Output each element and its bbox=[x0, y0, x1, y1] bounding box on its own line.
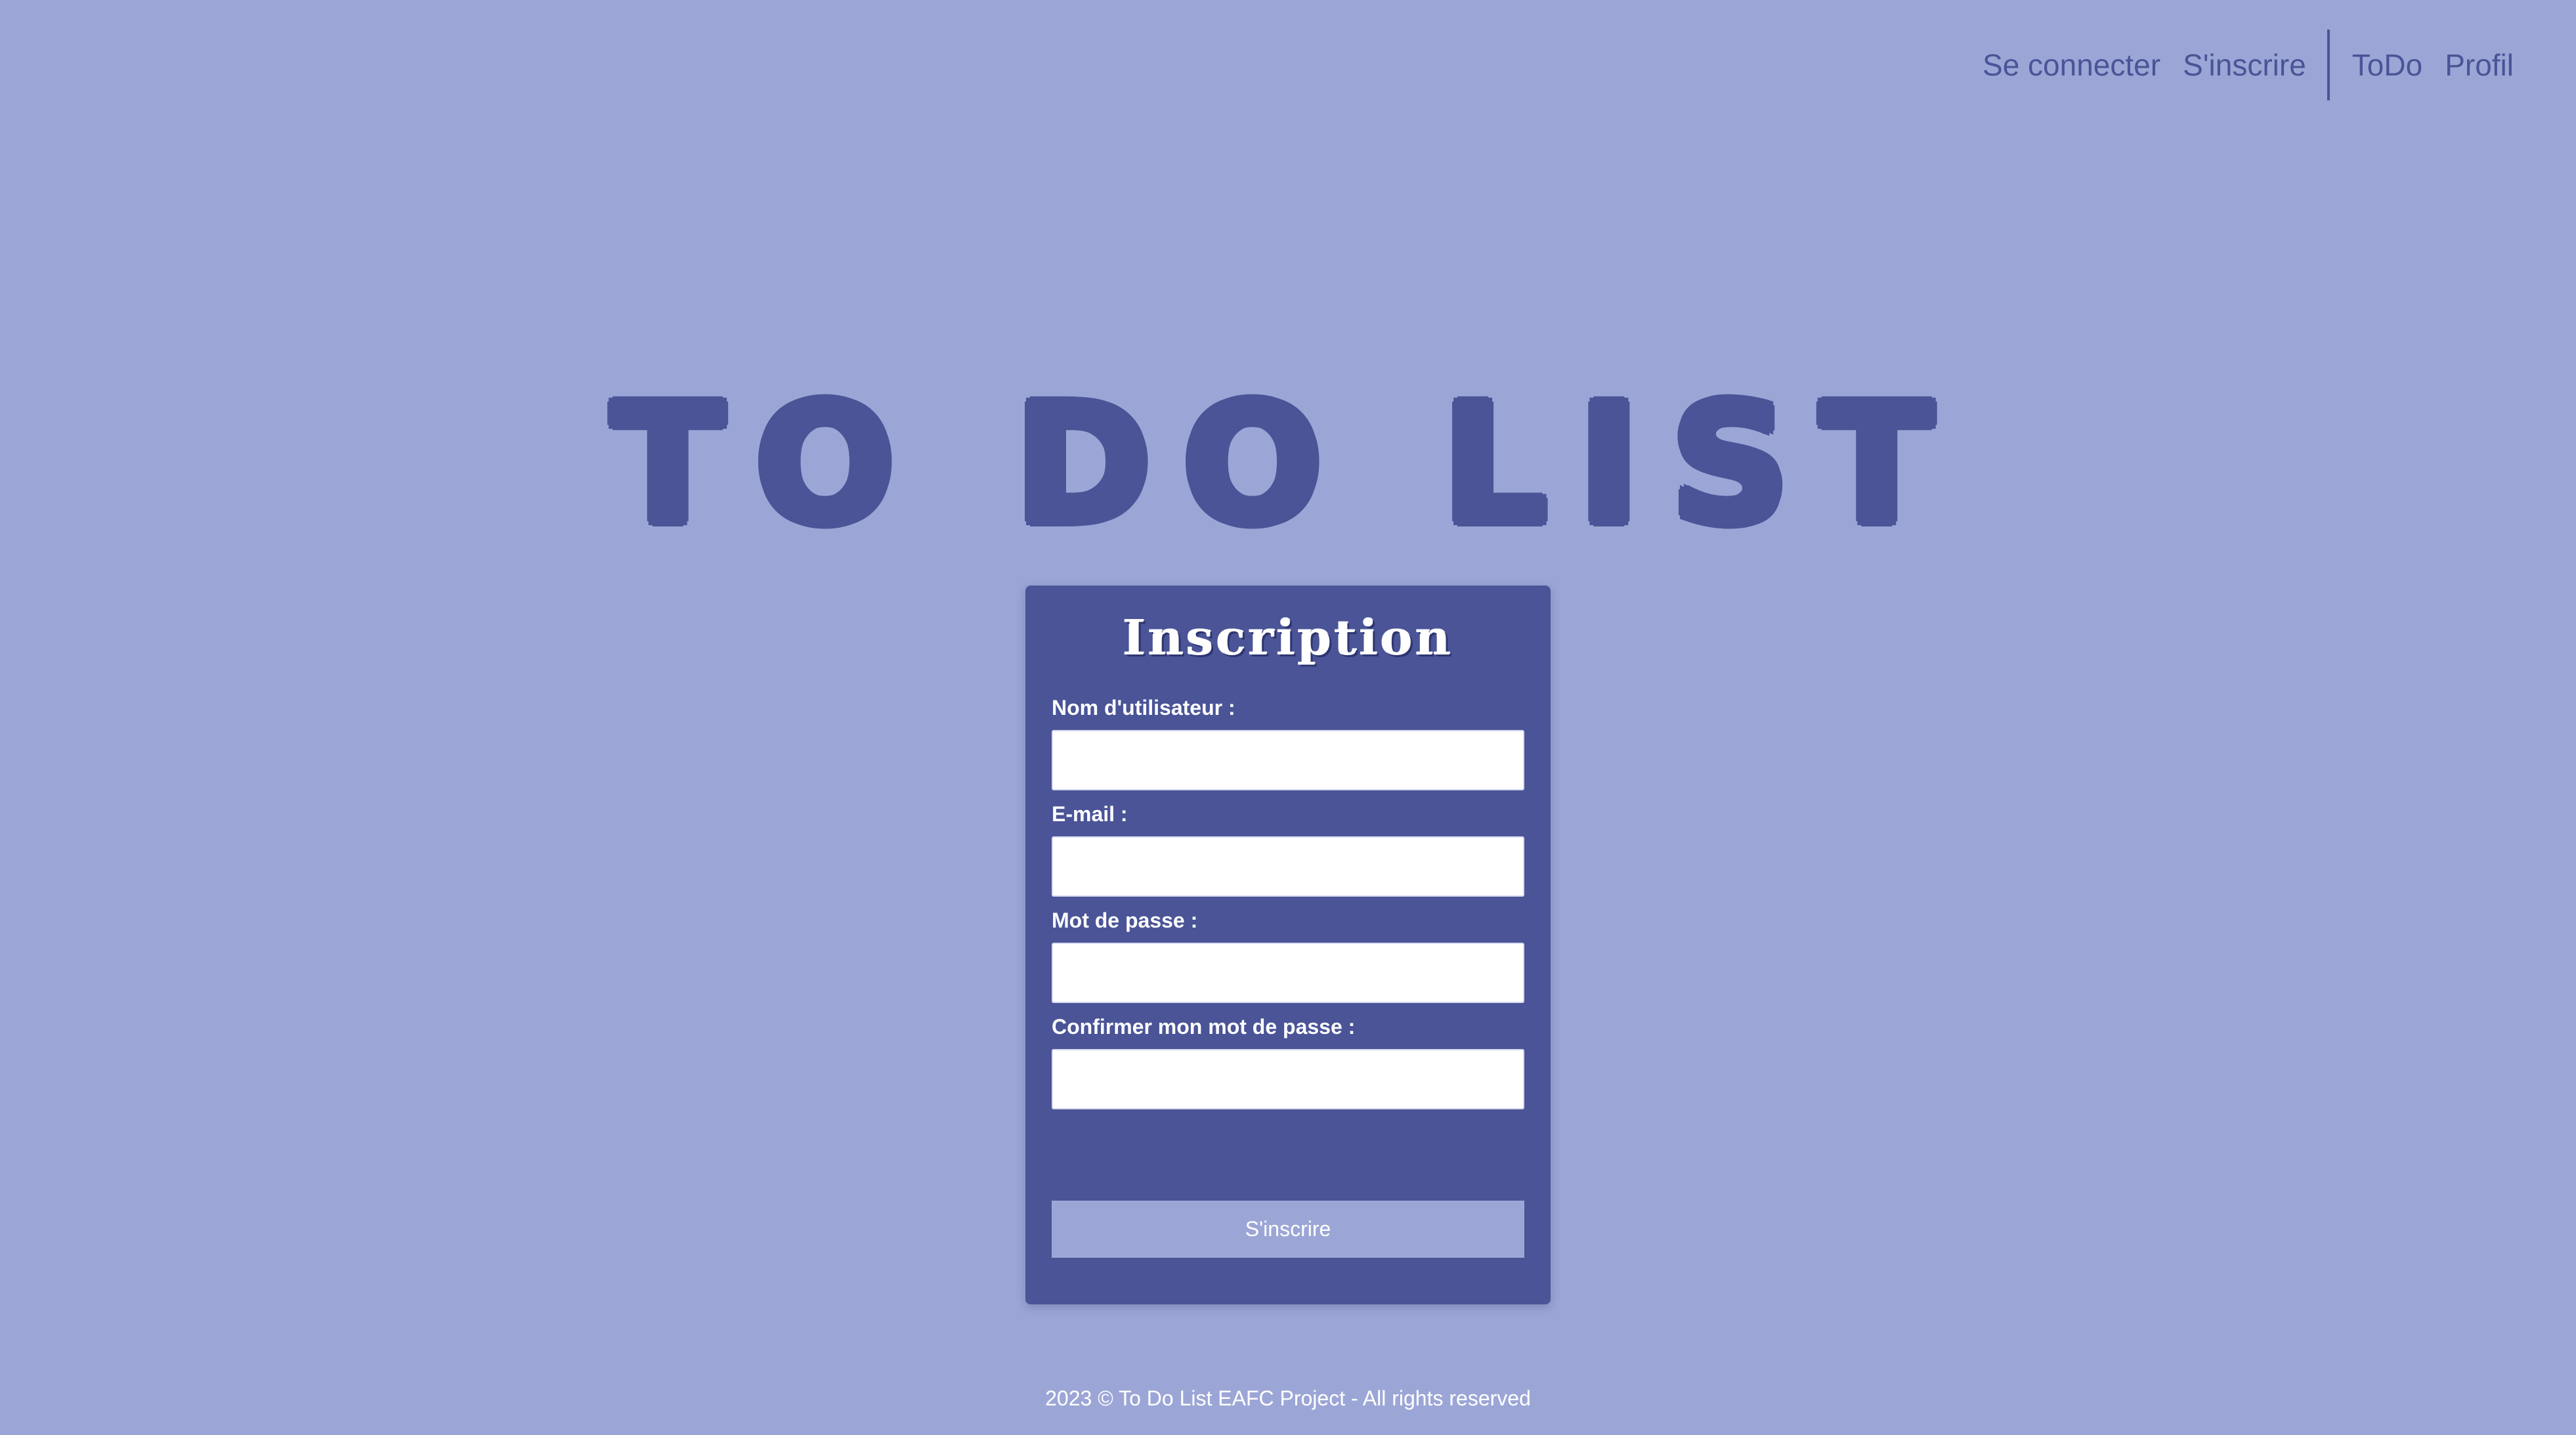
nav-login-link[interactable]: Se connecter bbox=[1983, 47, 2160, 83]
confirm-password-label: Confirmer mon mot de passe : bbox=[1052, 1015, 1356, 1039]
password-field-group: Mot de passe : bbox=[1052, 907, 1524, 1003]
register-button[interactable]: S'inscrire bbox=[1052, 1201, 1524, 1258]
confirm-password-field-group: Confirmer mon mot de passe : bbox=[1052, 1014, 1524, 1109]
nav-divider bbox=[2327, 30, 2330, 100]
password-label: Mot de passe : bbox=[1052, 909, 1198, 932]
page-title: To Do List bbox=[611, 368, 1965, 560]
auth-links: Se connecter S'inscrire bbox=[1983, 47, 2306, 83]
nav-register-link[interactable]: S'inscrire bbox=[2183, 47, 2306, 83]
username-field-group: Nom d'utilisateur : bbox=[1052, 695, 1524, 790]
nav-todo-link[interactable]: ToDo bbox=[2352, 47, 2422, 83]
nav-profile-link[interactable]: Profil bbox=[2445, 47, 2514, 83]
email-input[interactable] bbox=[1052, 836, 1524, 897]
footer-copyright: 2023 © To Do List EAFC Project - All rig… bbox=[1045, 1386, 1531, 1410]
confirm-password-input[interactable] bbox=[1052, 1049, 1524, 1109]
app-links: ToDo Profil bbox=[2352, 47, 2514, 83]
form-title: Inscription bbox=[1123, 610, 1453, 666]
username-input[interactable] bbox=[1052, 730, 1524, 790]
registration-form: Inscription Nom d'utilisateur : E-mail :… bbox=[1025, 586, 1551, 1304]
username-label: Nom d'utilisateur : bbox=[1052, 696, 1235, 719]
email-field-group: E-mail : bbox=[1052, 801, 1524, 897]
top-navigation: Se connecter S'inscrire ToDo Profil bbox=[1983, 30, 2514, 100]
password-input[interactable] bbox=[1052, 943, 1524, 1003]
email-label: E-mail : bbox=[1052, 802, 1128, 826]
